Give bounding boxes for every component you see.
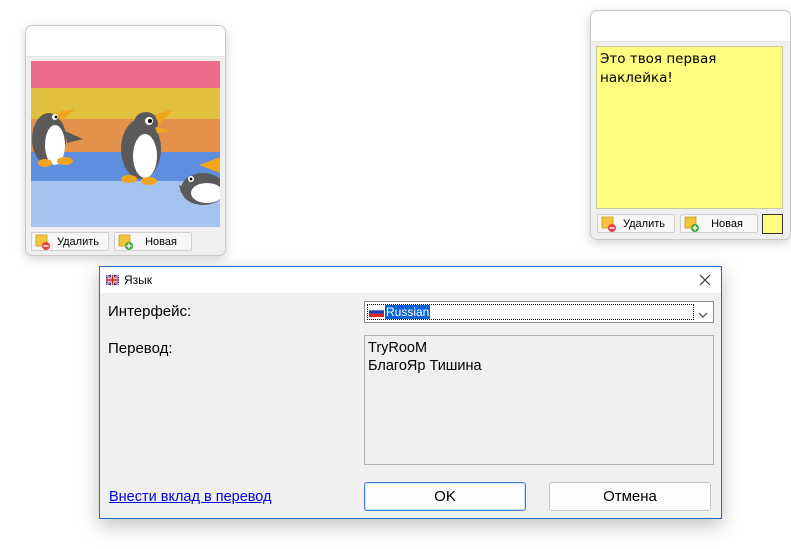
ok-button[interactable]: OK (364, 482, 526, 511)
translation-label: Перевод: (108, 340, 173, 357)
close-icon[interactable] (697, 272, 713, 288)
dialog-title: Язык (124, 273, 153, 287)
contribute-translation-link[interactable]: Внести вклад в перевод (109, 489, 272, 505)
penguins-image (31, 61, 220, 227)
delete-note-icon (598, 214, 618, 233)
interface-language-select[interactable]: Russian (364, 301, 714, 323)
translator-item: БлагоЯр Тишина (368, 358, 482, 374)
uk-flag-icon (106, 275, 119, 285)
new-sticker-label: Новая (145, 235, 177, 248)
russia-flag-icon (369, 307, 384, 317)
photo-sticker-window[interactable]: Удалить Новая (25, 25, 226, 256)
new-note-icon (681, 214, 701, 233)
translators-list: TryRooM БлагоЯр Тишина (364, 335, 714, 465)
new-note-icon (115, 232, 135, 251)
photo-sticker-body: Удалить Новая (26, 56, 225, 255)
delete-sticker-button[interactable]: Удалить (31, 232, 109, 251)
new-sticker-button[interactable]: Новая (114, 232, 192, 251)
delete-sticker-label: Удалить (57, 235, 99, 248)
note-sticker-window[interactable]: Это твоя первая наклейка! Удалить Новая (590, 10, 791, 240)
note-sticker-body: Это твоя первая наклейка! Удалить Новая (591, 41, 790, 239)
note-text-area[interactable]: Это твоя первая наклейка! (596, 46, 783, 209)
delete-note-icon (32, 232, 52, 251)
dialog-titlebar[interactable]: Язык (100, 267, 721, 293)
interface-language-value: Russian (385, 305, 431, 319)
new-note-button[interactable]: Новая (680, 214, 758, 233)
chevron-down-icon[interactable] (697, 307, 709, 318)
combo-focus-box: Russian (367, 304, 694, 320)
delete-note-label: Удалить (623, 217, 665, 230)
cancel-button[interactable]: Отмена (549, 482, 711, 511)
new-note-label: Новая (711, 217, 743, 230)
note-color-swatch[interactable] (762, 214, 783, 234)
translator-item: TryRooM (368, 340, 428, 356)
interface-label: Интерфейс: (108, 303, 192, 320)
penguins-illustration (31, 61, 220, 227)
language-dialog: Язык Интерфейс: Russian Перевод: TryRooM… (99, 266, 722, 519)
delete-note-button[interactable]: Удалить (597, 214, 675, 233)
